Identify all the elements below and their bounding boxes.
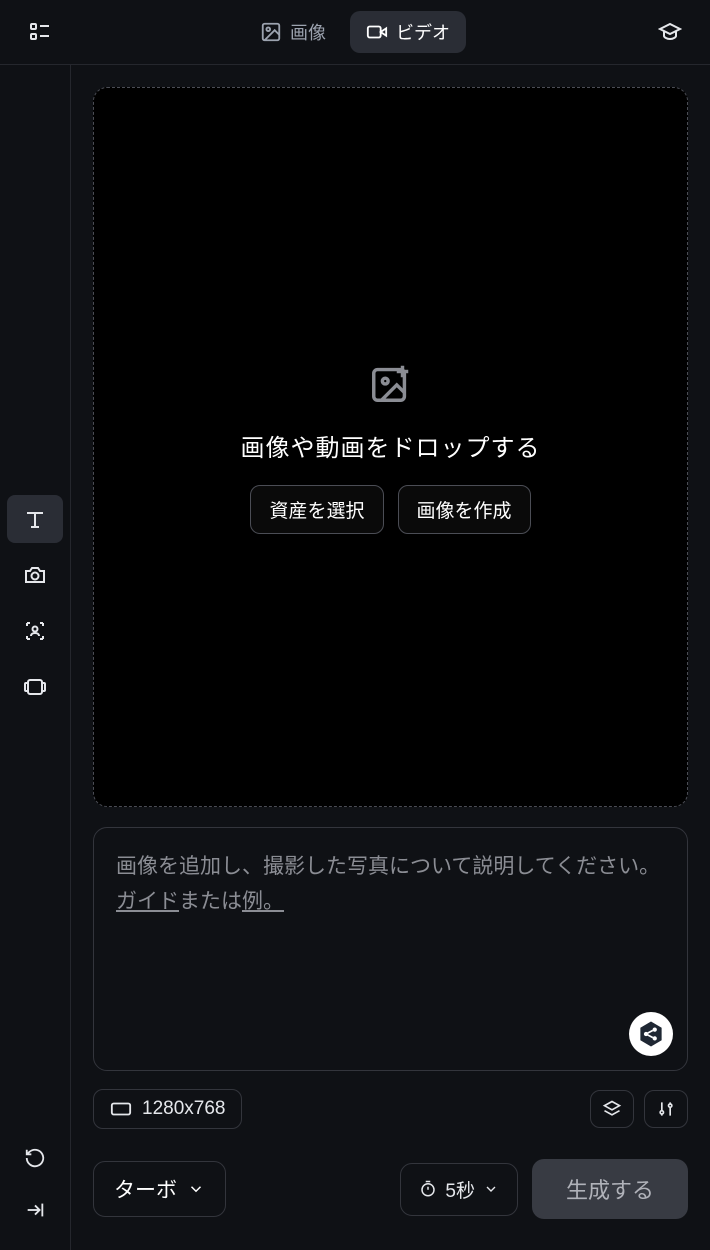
prompt-placeholder: 画像を追加し、撮影した写真について説明してください。 ガイドまたは例。: [116, 850, 665, 919]
chevron-down-icon: [483, 1181, 499, 1197]
prompt-textarea[interactable]: 画像を追加し、撮影した写真について説明してください。 ガイドまたは例。: [93, 827, 688, 1071]
tab-video[interactable]: ビデオ: [350, 11, 466, 53]
turbo-label: ターボ: [114, 1174, 177, 1204]
graduation-cap-icon[interactable]: [650, 12, 690, 52]
collapse-button[interactable]: [15, 1190, 55, 1230]
share-button[interactable]: [629, 1012, 673, 1056]
sliders-icon: [656, 1099, 676, 1119]
duration-button[interactable]: 5秒: [400, 1163, 518, 1216]
tool-text[interactable]: [7, 495, 63, 543]
generate-label: 生成する: [566, 1178, 654, 1203]
sliders-button[interactable]: [644, 1090, 688, 1128]
duration-label: 5秒: [445, 1176, 475, 1203]
guide-link[interactable]: ガイド: [116, 890, 179, 913]
select-asset-button[interactable]: 資産を選択: [250, 485, 383, 534]
tab-video-label: ビデオ: [396, 19, 450, 45]
tool-frames[interactable]: [7, 663, 63, 711]
arrow-right-bar-icon: [24, 1199, 46, 1221]
sidebar: [0, 65, 71, 1250]
example-link[interactable]: 例。: [242, 890, 284, 913]
text-icon: [23, 507, 47, 531]
landscape-rect-icon: [110, 1101, 132, 1117]
drop-zone[interactable]: 画像や動画をドロップする 資産を選択 画像を作成: [93, 87, 688, 807]
video-icon: [366, 21, 388, 43]
tool-camera[interactable]: [7, 551, 63, 599]
camera-icon: [23, 563, 47, 587]
reset-button[interactable]: [15, 1138, 55, 1178]
create-image-button[interactable]: 画像を作成: [398, 485, 531, 534]
chevron-down-icon: [187, 1180, 205, 1198]
stopwatch-icon: [419, 1180, 437, 1198]
tab-image-label: 画像: [290, 19, 326, 45]
resolution-chip[interactable]: 1280x768: [93, 1089, 242, 1129]
layers-icon: [602, 1099, 622, 1119]
frames-icon: [23, 675, 47, 699]
grid-list-icon[interactable]: [20, 12, 60, 52]
generate-button[interactable]: 生成する: [532, 1159, 688, 1219]
tool-person-scan[interactable]: [7, 607, 63, 655]
resolution-value: 1280x768: [142, 1098, 225, 1120]
image-plus-icon: [368, 360, 414, 406]
rotate-ccw-icon: [24, 1147, 46, 1169]
tab-image[interactable]: 画像: [244, 11, 342, 53]
drop-title: 画像や動画をドロップする: [241, 428, 541, 463]
layers-button[interactable]: [590, 1090, 634, 1128]
image-icon: [260, 21, 282, 43]
model-turbo-button[interactable]: ターボ: [93, 1161, 226, 1217]
person-scan-icon: [23, 619, 47, 643]
hex-share-icon: [636, 1019, 666, 1049]
